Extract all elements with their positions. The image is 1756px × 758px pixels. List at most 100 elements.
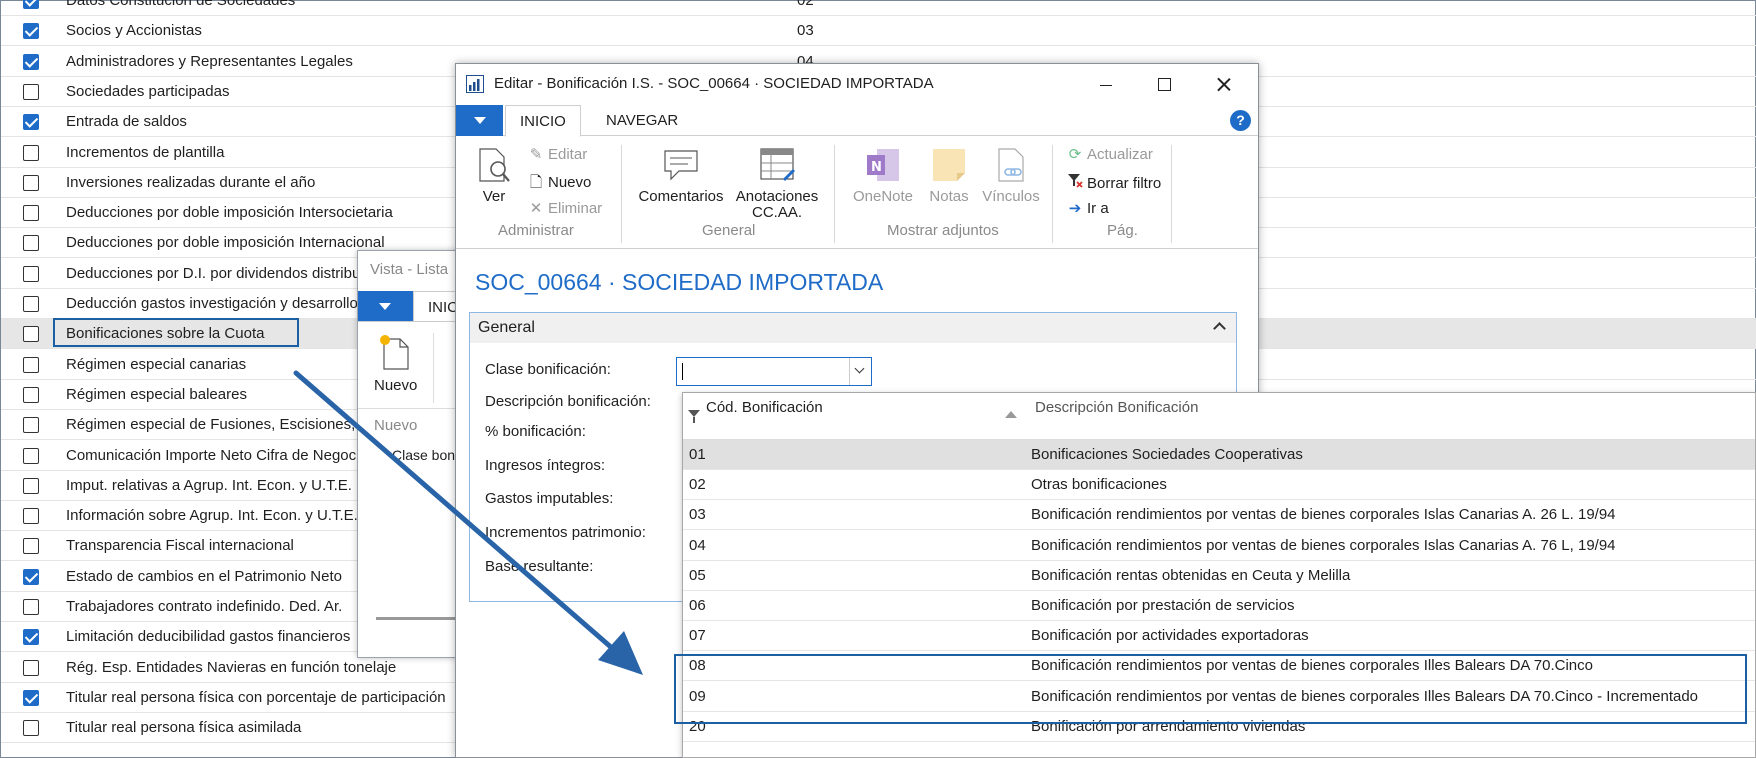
new-button[interactable]: 🗋 Nuevo [527, 172, 591, 197]
checkbox[interactable] [23, 144, 39, 161]
comments-icon [664, 150, 698, 181]
new-button-label: Nuevo [548, 174, 592, 191]
column-header-code[interactable]: Cód. Bonificación [706, 399, 823, 416]
checkbox[interactable] [23, 356, 39, 373]
list-item-label: Titular real persona física asimilada [66, 719, 302, 737]
checkbox[interactable] [23, 689, 39, 706]
checkbox[interactable] [23, 265, 39, 282]
dropdown-row[interactable]: 06 Bonificación por prestación de servici… [683, 591, 1755, 621]
list-item-label: Deducciones por doble imposición Interna… [66, 234, 385, 252]
checkbox[interactable] [23, 417, 39, 434]
label-incrementos: Incrementos patrimonio: [485, 524, 646, 541]
go-to-button[interactable]: ➔ Ir a [1066, 199, 1109, 217]
minimize-button[interactable] [1083, 70, 1129, 100]
list-item-label: Administradores y Representantes Legales [66, 52, 353, 70]
list-item-label: Incrementos de plantilla [66, 143, 225, 161]
close-button[interactable] [1201, 70, 1247, 100]
annotations-label-1: Anotaciones [735, 188, 819, 205]
onenote-button[interactable]: N OneNote [848, 145, 918, 205]
checkbox[interactable] [23, 53, 39, 70]
checkbox[interactable] [23, 83, 39, 100]
dropdown-row-description: Bonificación rentas obtenidas en Ceuta y… [1031, 566, 1351, 584]
checkbox[interactable] [23, 477, 39, 494]
clase-bonificacion-field[interactable] [676, 357, 872, 386]
view-button-label: Ver [482, 188, 506, 205]
column-header-description[interactable]: Descripción Bonificación [1035, 399, 1198, 416]
list-item-label: Datos Constitución de Sociedades [66, 0, 296, 9]
checkbox[interactable] [23, 599, 39, 615]
dropdown-row[interactable]: 07 Bonificación por actividades exportado… [683, 621, 1755, 652]
list-item-label: Régimen especial baleares [66, 385, 247, 403]
list-item-label: Deducciones por D.I. por dividendos dist… [66, 264, 388, 282]
dropdown-row-description: Bonificación rendimientos por ventas de … [1031, 506, 1616, 524]
ribbon-separator [834, 145, 835, 243]
arrow-right-icon: ➔ [1068, 200, 1082, 217]
dropdown-row[interactable]: 04 Bonificación rendimientos por ventas d… [683, 531, 1755, 561]
checkbox[interactable] [23, 23, 39, 40]
vista-scrollbar[interactable] [376, 617, 462, 620]
checkbox[interactable] [23, 659, 39, 676]
list-item-label: Información sobre Agrup. Int. Econ. y U.… [66, 507, 358, 525]
vista-window: Vista - Lista INICIO Nuevo Nuevo Clase b… [357, 250, 473, 658]
checkbox[interactable] [23, 629, 39, 646]
vista-column-header[interactable]: Clase bonificación [392, 447, 464, 464]
checkbox[interactable] [23, 568, 39, 585]
vista-new-button[interactable]: Nuevo [374, 377, 417, 394]
edit-window-title: Editar - Bonificación I.S. - SOC_00664 ·… [494, 75, 934, 92]
view-button[interactable]: Ver [476, 145, 512, 205]
list-item-label: Limitación deducibilidad gastos financie… [66, 628, 351, 646]
tab-navegar[interactable]: NAVEGAR [592, 105, 692, 137]
vista-menu-button[interactable] [358, 291, 413, 321]
list-item-label: Régimen especial de Fusiones, Escisiones… [66, 416, 356, 434]
dropdown-row-code: 03 [689, 506, 706, 524]
checkbox[interactable] [23, 326, 39, 343]
checkbox[interactable] [23, 386, 39, 403]
checkbox[interactable] [23, 538, 39, 555]
clear-filter-button[interactable]: Borrar filtro [1066, 172, 1161, 192]
label-ingresos: Ingresos íntegros: [485, 457, 606, 474]
delete-button[interactable]: ✕ Eliminar [527, 199, 602, 217]
dropdown-row[interactable]: 05 Bonificación rentas obtenidas en Ceuta… [683, 561, 1755, 591]
notes-button[interactable]: Notas [924, 145, 974, 205]
new-document-icon [380, 335, 409, 370]
checkbox[interactable] [23, 508, 39, 525]
dropdown-row[interactable]: 01 Bonificaciones Sociedades Cooperativas [683, 440, 1755, 470]
links-button[interactable]: Vínculos [977, 145, 1045, 205]
dropdown-row-code: 04 [689, 536, 706, 554]
refresh-label: Actualizar [1087, 146, 1153, 163]
text-caret [682, 363, 683, 380]
sort-ascending-icon[interactable] [1005, 411, 1017, 418]
ribbon-separator [1171, 145, 1172, 243]
list-item[interactable]: Socios y Accionistas 03 [1, 16, 1756, 47]
pencil-icon: ✎ [529, 146, 543, 163]
filter-icon[interactable] [688, 410, 700, 423]
refresh-button[interactable]: ⟳ Actualizar [1066, 145, 1153, 163]
tab-inicio[interactable]: INICIO [505, 105, 581, 137]
edit-menu-button[interactable] [456, 105, 503, 136]
checkbox[interactable] [23, 114, 39, 131]
chevron-up-icon[interactable] [1213, 322, 1226, 335]
checkbox[interactable] [23, 447, 39, 464]
dropdown-row[interactable]: 02 Otras bonificaciones [683, 470, 1755, 501]
vista-group-label: Nuevo [374, 417, 418, 434]
comments-button[interactable]: Comentarios [636, 145, 726, 205]
checkbox[interactable] [23, 296, 39, 312]
checkbox[interactable] [23, 0, 39, 9]
edit-titlebar: Editar - Bonificación I.S. - SOC_00664 ·… [456, 64, 1258, 104]
edit-button[interactable]: ✎ Editar [527, 145, 587, 163]
checkbox[interactable] [23, 235, 39, 252]
dropdown-row-code: 05 [689, 566, 706, 584]
maximize-button[interactable] [1141, 70, 1187, 100]
edit-tabbar: INICIO NAVEGAR ? [456, 105, 1258, 137]
dropdown-row[interactable]: 03 Bonificación rendimientos por ventas d… [683, 500, 1755, 531]
dropdown-row-description: Bonificación por actividades exportadora… [1031, 627, 1309, 645]
list-item[interactable]: Datos Constitución de Sociedades 02 [1, 0, 1756, 16]
fasttab-header[interactable]: General [470, 313, 1236, 343]
checkbox[interactable] [23, 174, 39, 191]
chevron-down-icon[interactable] [849, 358, 871, 385]
annotations-button[interactable]: Anotaciones CC.AA. [734, 145, 820, 221]
ribbon-separator [1052, 145, 1053, 243]
checkbox[interactable] [23, 205, 39, 222]
checkbox[interactable] [23, 720, 39, 737]
help-icon[interactable]: ? [1230, 110, 1251, 131]
